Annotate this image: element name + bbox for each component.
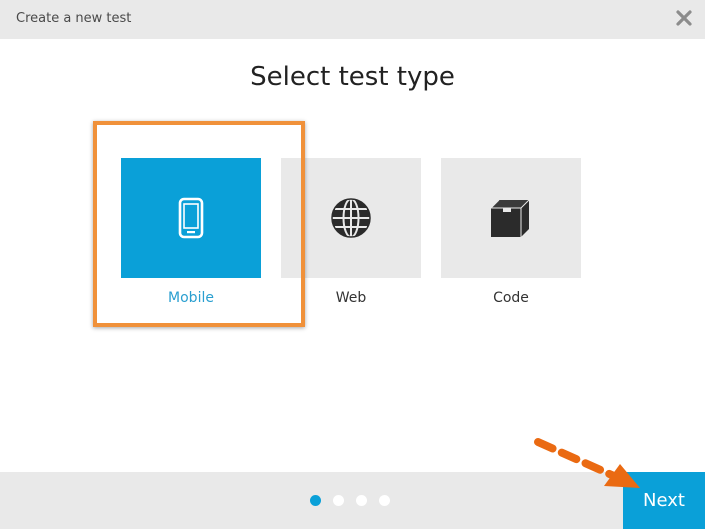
step-dot-1[interactable]: [310, 495, 321, 506]
box-icon: [490, 199, 530, 237]
page-title: Select test type: [250, 62, 455, 92]
step-dot-2[interactable]: [333, 495, 344, 506]
test-type-mobile-tile[interactable]: [121, 158, 261, 278]
test-type-web-tile[interactable]: [281, 158, 421, 278]
test-type-code-label[interactable]: Code: [441, 290, 581, 306]
next-button[interactable]: Next: [623, 472, 705, 529]
dialog-titlebar: Create a new test: [0, 0, 705, 39]
dialog-title: Create a new test: [16, 11, 132, 26]
mobile-phone-icon: [178, 197, 204, 239]
test-type-code-tile[interactable]: [441, 158, 581, 278]
step-dot-3[interactable]: [356, 495, 367, 506]
close-icon: [676, 10, 692, 26]
test-type-web-label[interactable]: Web: [281, 290, 421, 306]
step-dot-4[interactable]: [379, 495, 390, 506]
step-indicator: [310, 495, 390, 506]
globe-icon: [331, 198, 371, 238]
close-button[interactable]: [675, 9, 693, 27]
create-test-dialog: Create a new test Select test type Mobil…: [0, 0, 705, 529]
test-type-mobile-label[interactable]: Mobile: [121, 290, 261, 306]
